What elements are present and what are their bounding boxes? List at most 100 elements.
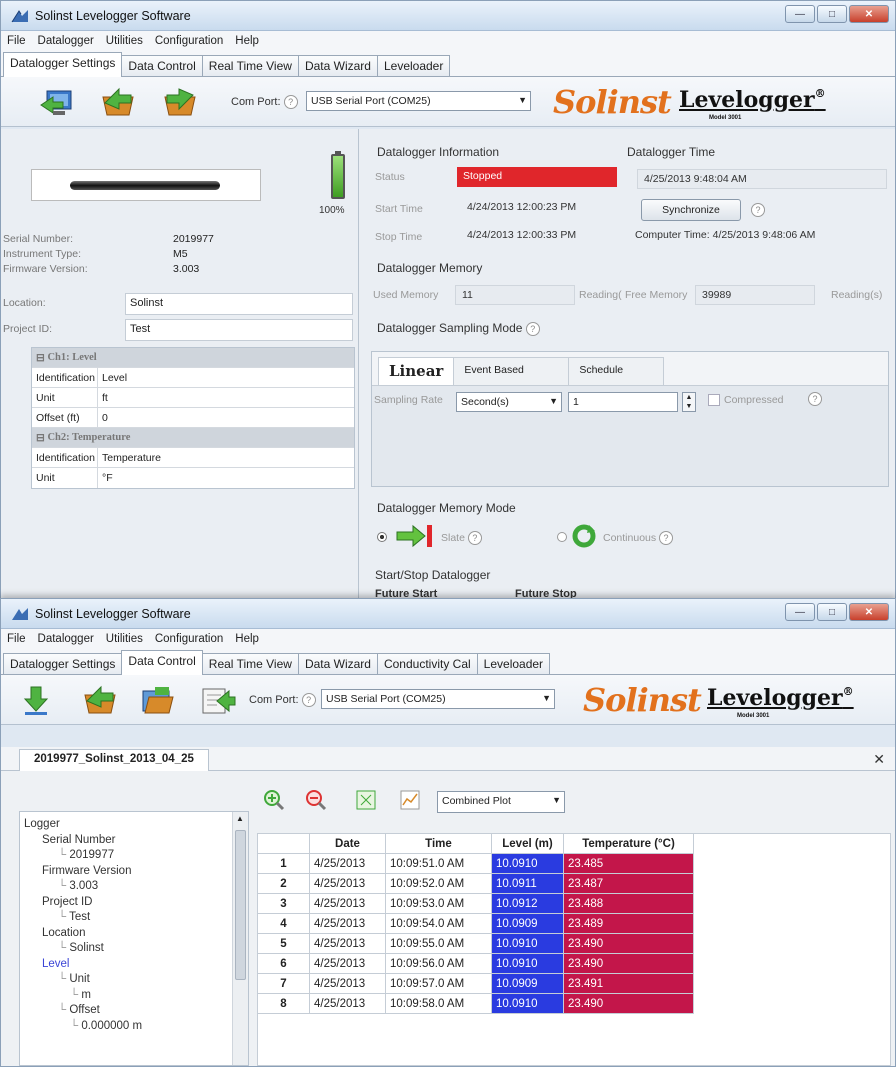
tab-event-based[interactable]: Event Based: [453, 357, 570, 385]
level-cell[interactable]: 10.0910: [491, 993, 564, 1014]
level-cell[interactable]: 10.0910: [491, 953, 564, 974]
row-index[interactable]: 3: [257, 893, 310, 914]
tree-item[interactable]: Project ID: [42, 896, 93, 908]
row-index[interactable]: 6: [257, 953, 310, 974]
time-cell[interactable]: 10:09:57.0 AM: [385, 973, 492, 994]
file-tab[interactable]: 2019977_Solinst_2013_04_25: [19, 749, 209, 771]
menu-configuration[interactable]: Configuration: [155, 35, 223, 47]
table-row[interactable]: 6 4/25/2013 10:09:56.0 AM 10.0910 23.490: [257, 953, 694, 974]
help-icon[interactable]: ?: [751, 203, 765, 217]
tab-schedule[interactable]: Schedule: [568, 357, 665, 385]
temperature-cell[interactable]: 23.491: [563, 973, 694, 994]
table-row[interactable]: 5 4/25/2013 10:09:55.0 AM 10.0910 23.490: [257, 933, 694, 954]
zoom-out-icon[interactable]: [305, 789, 327, 811]
plot-type-select[interactable]: Combined Plot ▼: [437, 791, 565, 813]
menu-datalogger[interactable]: Datalogger: [38, 633, 94, 645]
sampling-unit-select[interactable]: Second(s) ▼: [456, 392, 562, 412]
column-header-level[interactable]: Level (m): [491, 833, 564, 854]
row-index[interactable]: 5: [257, 933, 310, 954]
collapse-icon[interactable]: ⊟: [32, 432, 45, 444]
channel-row[interactable]: Unit °F: [32, 468, 354, 488]
table-row[interactable]: 7 4/25/2013 10:09:57.0 AM 10.0909 23.491: [257, 973, 694, 994]
channel-row[interactable]: Identification Level: [32, 368, 354, 388]
tab-real-time-view[interactable]: Real Time View: [201, 55, 299, 76]
help-icon[interactable]: ?: [808, 392, 822, 406]
sampling-rate-input[interactable]: 1: [568, 392, 678, 412]
tab-data-wizard[interactable]: Data Wizard: [297, 653, 378, 674]
property-value[interactable]: °F: [98, 468, 354, 488]
tab-data-wizard[interactable]: Data Wizard: [297, 55, 378, 76]
temperature-cell[interactable]: 23.490: [563, 993, 694, 1014]
menu-file[interactable]: File: [7, 633, 26, 645]
date-cell[interactable]: 4/25/2013: [309, 853, 386, 874]
menu-help[interactable]: Help: [235, 633, 259, 645]
scrollbar-thumb[interactable]: [235, 830, 246, 980]
channel-row[interactable]: Offset (ft) 0: [32, 408, 354, 428]
temperature-cell[interactable]: 23.490: [563, 953, 694, 974]
time-cell[interactable]: 10:09:58.0 AM: [385, 993, 492, 1014]
download-icon[interactable]: [21, 683, 51, 717]
date-cell[interactable]: 4/25/2013: [309, 913, 386, 934]
com-port-select[interactable]: USB Serial Port (COM25) ▼: [306, 91, 531, 111]
tree-item[interactable]: Serial Number: [42, 834, 116, 846]
column-header-temperature[interactable]: Temperature (°C): [563, 833, 694, 854]
temperature-cell[interactable]: 23.488: [563, 893, 694, 914]
com-port-select[interactable]: USB Serial Port (COM25) ▼: [321, 689, 555, 709]
temperature-cell[interactable]: 23.485: [563, 853, 694, 874]
tree-item[interactable]: └ 3.003: [58, 880, 98, 892]
help-icon[interactable]: ?: [301, 693, 316, 707]
tree-item[interactable]: └ Unit: [58, 973, 90, 985]
tab-data-control[interactable]: Data Control: [121, 650, 203, 675]
open-file-icon[interactable]: [99, 85, 137, 119]
retrieve-settings-icon[interactable]: [39, 85, 77, 119]
tab-conductivity-cal[interactable]: Conductivity Cal: [376, 653, 478, 674]
column-header-date[interactable]: Date: [309, 833, 386, 854]
date-cell[interactable]: 4/25/2013: [309, 993, 386, 1014]
maximize-icon[interactable]: □: [817, 603, 847, 621]
level-cell[interactable]: 10.0911: [491, 873, 564, 894]
tab-leveloader[interactable]: Leveloader: [476, 653, 551, 674]
tab-datalogger-settings[interactable]: Datalogger Settings: [3, 653, 123, 674]
menu-utilities[interactable]: Utilities: [106, 633, 143, 645]
continuous-radio[interactable]: [557, 532, 567, 542]
tab-data-control[interactable]: Data Control: [121, 55, 203, 76]
temperature-cell[interactable]: 23.489: [563, 913, 694, 934]
tab-real-time-view[interactable]: Real Time View: [201, 653, 299, 674]
table-row[interactable]: 4 4/25/2013 10:09:54.0 AM 10.0909 23.489: [257, 913, 694, 934]
minimize-icon[interactable]: —: [785, 5, 815, 23]
minimize-icon[interactable]: —: [785, 603, 815, 621]
close-file-icon[interactable]: ✕: [873, 751, 885, 768]
open-project-icon[interactable]: [139, 683, 177, 717]
level-cell[interactable]: 10.0909: [491, 913, 564, 934]
save-file-icon[interactable]: [161, 85, 199, 119]
row-index[interactable]: 7: [257, 973, 310, 994]
property-value[interactable]: 0: [98, 408, 354, 428]
tab-datalogger-settings[interactable]: Datalogger Settings: [3, 52, 123, 77]
tree-item[interactable]: └ Offset: [58, 1004, 100, 1016]
tree-item[interactable]: Level: [42, 958, 70, 970]
tree-item[interactable]: └ Solinst: [58, 942, 104, 954]
project-id-input[interactable]: Test: [125, 319, 353, 341]
tab-leveloader[interactable]: Leveloader: [376, 55, 451, 76]
level-cell[interactable]: 10.0910: [491, 933, 564, 954]
open-file-icon[interactable]: [81, 683, 119, 717]
collapse-icon[interactable]: ⊟: [32, 352, 45, 364]
tab-linear[interactable]: Linear: [378, 357, 455, 385]
title-bar[interactable]: Solinst Levelogger Software — □ ✕: [1, 1, 895, 31]
tree-item[interactable]: └ Test: [58, 911, 90, 923]
level-cell[interactable]: 10.0909: [491, 973, 564, 994]
spinner-icon[interactable]: ▲ ▼: [682, 392, 696, 412]
property-value[interactable]: ft: [98, 388, 354, 408]
table-row[interactable]: 8 4/25/2013 10:09:58.0 AM 10.0910 23.490: [257, 993, 694, 1014]
table-row[interactable]: 3 4/25/2013 10:09:53.0 AM 10.0912 23.488: [257, 893, 694, 914]
tree-item[interactable]: Logger: [24, 818, 60, 830]
slate-radio[interactable]: [377, 532, 387, 542]
scroll-up-icon[interactable]: ▲: [236, 814, 244, 823]
zoom-fit-icon[interactable]: [355, 789, 377, 811]
tree-scrollbar[interactable]: ▲: [232, 812, 248, 1065]
title-bar[interactable]: Solinst Levelogger Software — □ ✕: [1, 599, 895, 629]
tree-item[interactable]: └ 2019977: [58, 849, 114, 861]
menu-utilities[interactable]: Utilities: [106, 35, 143, 47]
help-icon[interactable]: ?: [659, 531, 674, 545]
close-icon[interactable]: ✕: [849, 603, 889, 621]
